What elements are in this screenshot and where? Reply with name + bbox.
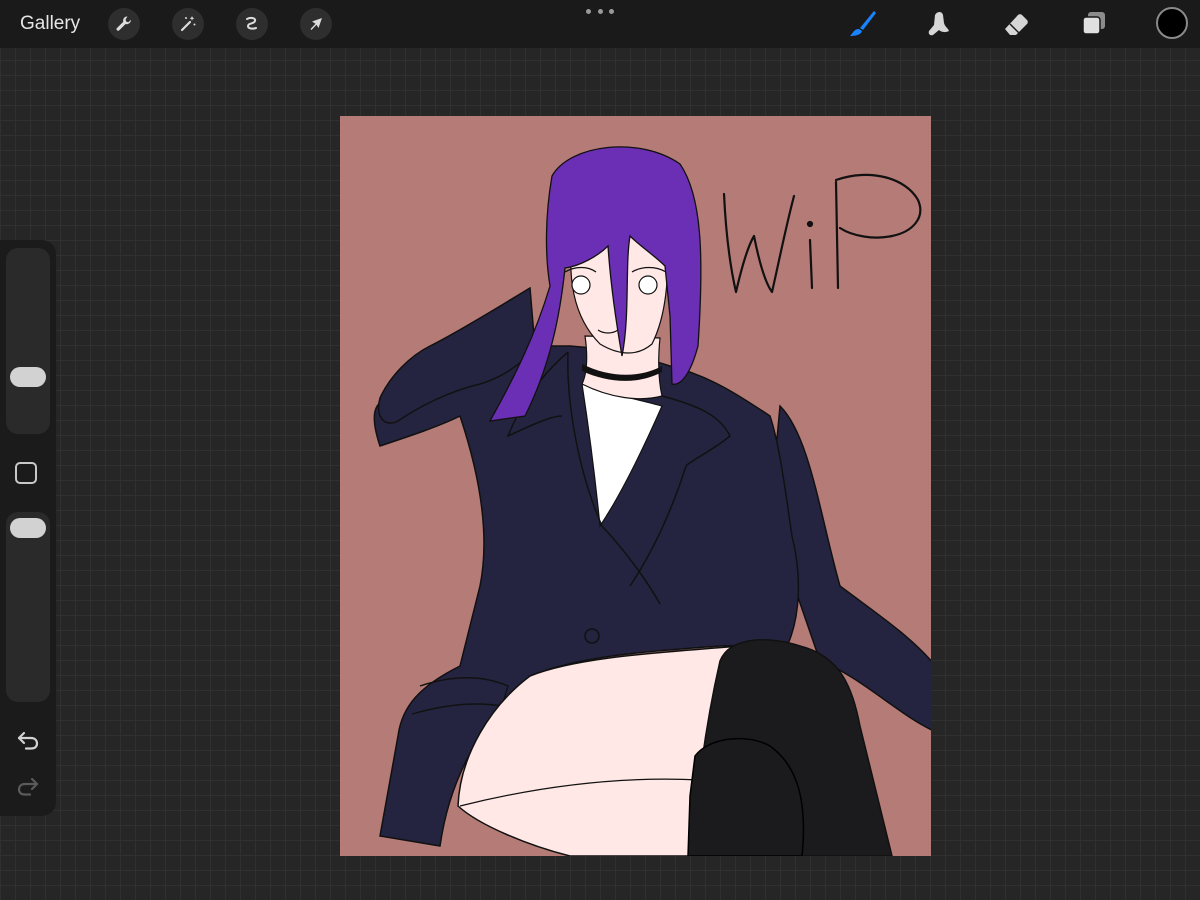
- drawing-canvas[interactable]: [340, 116, 931, 856]
- color-picker-swatch[interactable]: [1156, 7, 1188, 39]
- transform-arrow-icon[interactable]: [300, 8, 332, 40]
- more-options-icon[interactable]: [586, 6, 614, 16]
- brush-size-slider[interactable]: [6, 248, 50, 434]
- modify-square-icon[interactable]: [15, 462, 37, 484]
- wrench-icon[interactable]: [108, 8, 140, 40]
- selection-icon[interactable]: [236, 8, 268, 40]
- magic-wand-icon[interactable]: [172, 8, 204, 40]
- smudge-icon[interactable]: [922, 8, 954, 40]
- opacity-thumb[interactable]: [10, 518, 46, 538]
- left-sidebar: [0, 240, 56, 816]
- opacity-slider[interactable]: [6, 512, 50, 702]
- gallery-button[interactable]: Gallery: [20, 12, 80, 36]
- undo-icon[interactable]: [14, 728, 42, 752]
- artwork: [373, 146, 931, 856]
- layers-icon[interactable]: [1078, 8, 1110, 40]
- top-toolbar: Gallery: [0, 0, 1200, 48]
- brush-icon[interactable]: [846, 8, 878, 40]
- redo-icon[interactable]: [14, 774, 42, 798]
- wip-annotation: [722, 173, 922, 294]
- eraser-icon[interactable]: [1000, 8, 1032, 40]
- brush-size-thumb[interactable]: [10, 367, 46, 387]
